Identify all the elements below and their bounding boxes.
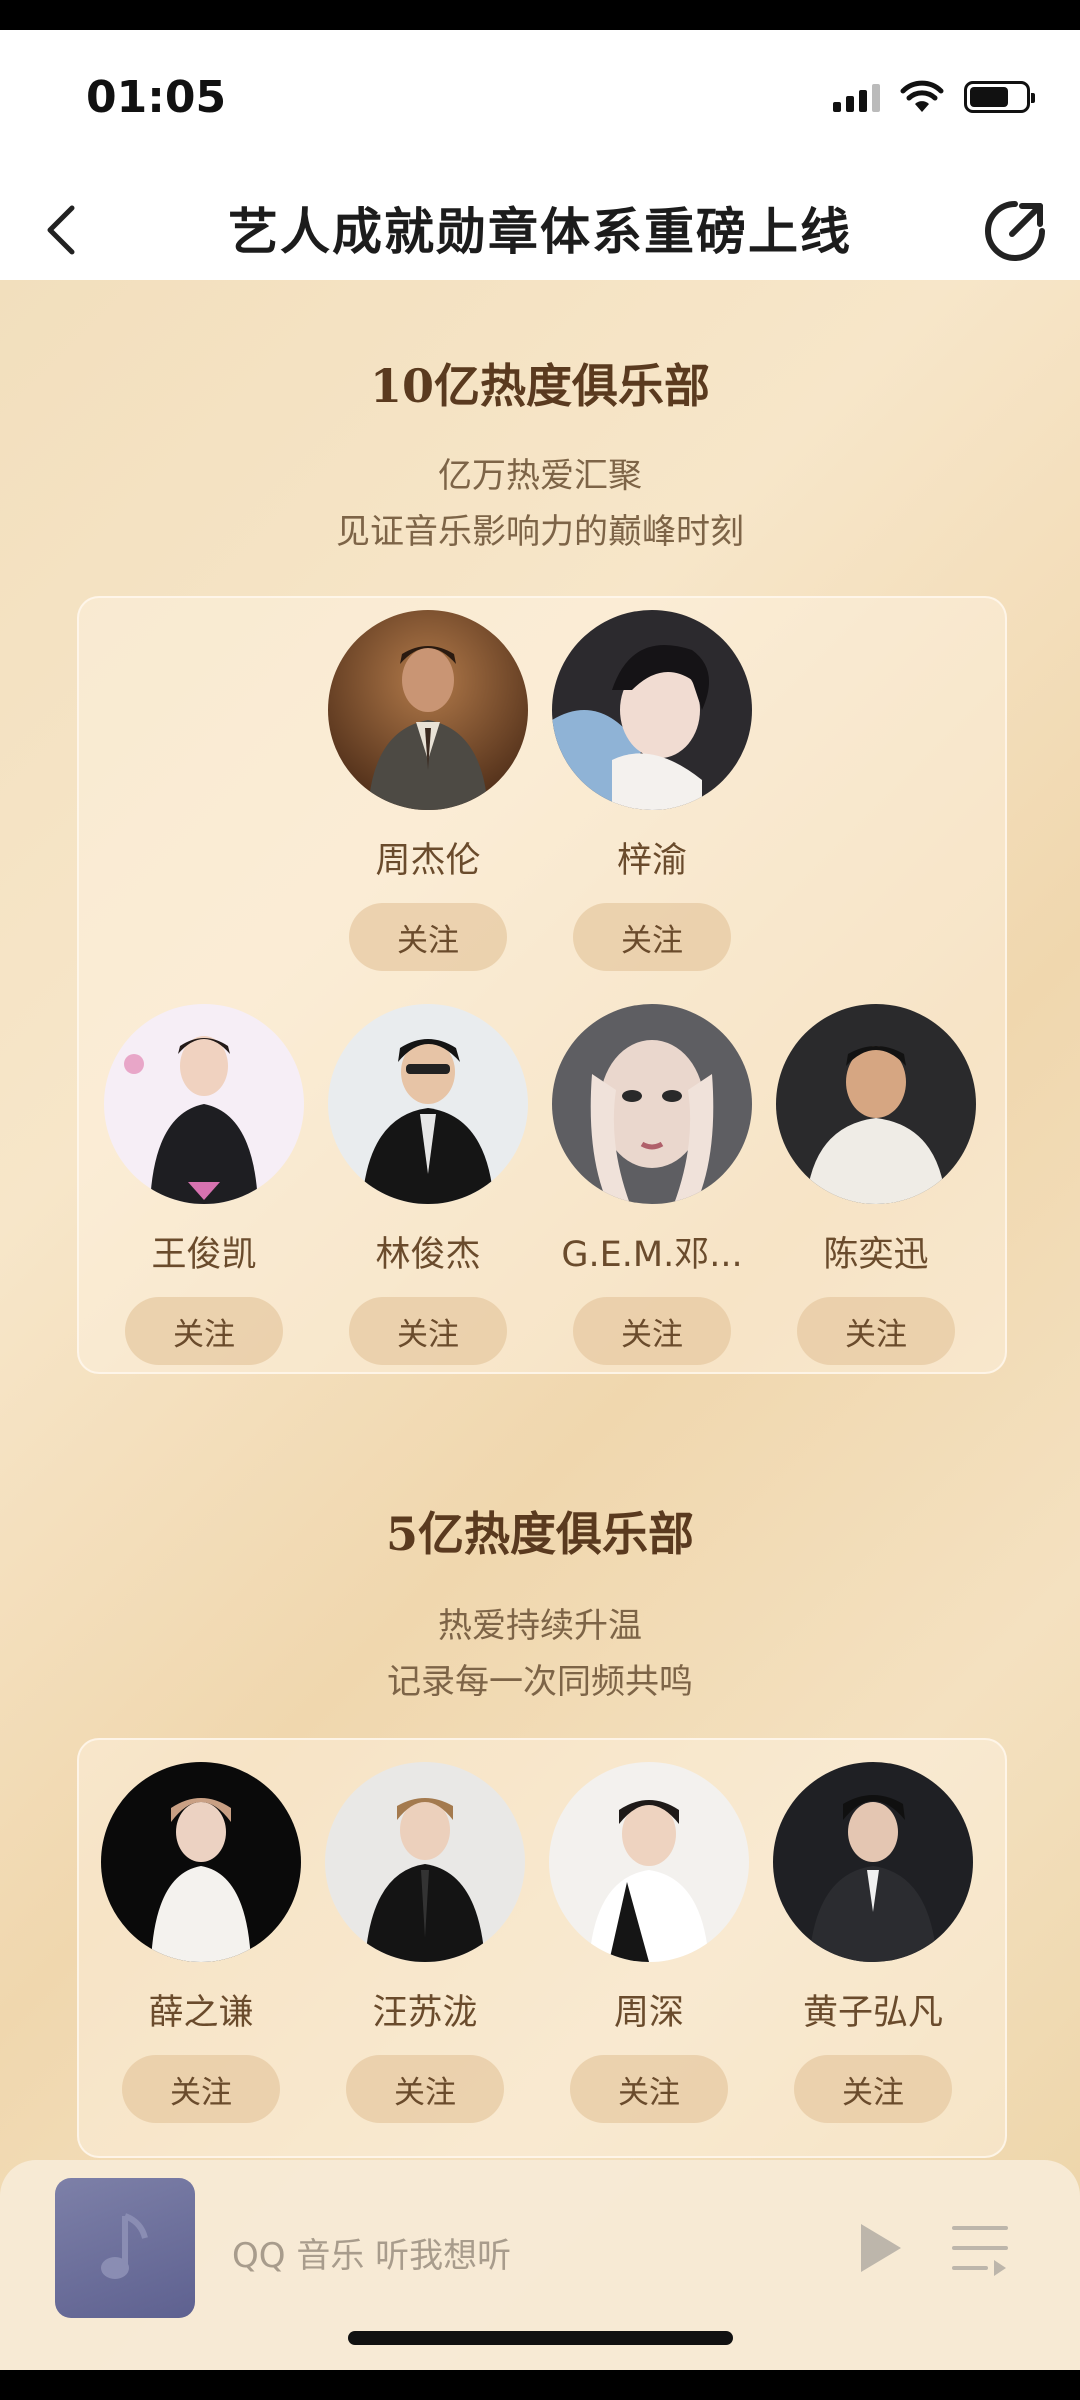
album-cover[interactable] (55, 2178, 195, 2318)
follow-button[interactable]: 关注 (349, 1297, 507, 1365)
artist-name: 周杰伦 (375, 841, 481, 881)
artist-name: 王俊凯 (151, 1235, 257, 1275)
follow-button[interactable]: 关注 (794, 2055, 952, 2123)
artist-name: 陈奕迅 (823, 1235, 929, 1275)
follow-button[interactable]: 关注 (346, 2055, 504, 2123)
artist-name: 黄子弘凡 (802, 1993, 943, 2033)
club-panel-10b: 周杰伦 关注 梓渝 关注 王俊凯 关注 林俊杰 关注 G.E.M.邓... 关注… (77, 596, 1007, 1374)
artist-name: 周深 (613, 1993, 684, 2033)
status-bar: 01:05 (0, 30, 1080, 170)
artist-name: 梓渝 (616, 841, 687, 881)
artist-card[interactable]: 黄子弘凡 关注 (773, 1762, 973, 2123)
artist-avatar[interactable] (773, 1762, 973, 1962)
follow-button[interactable]: 关注 (573, 903, 731, 971)
club-subtitle-line: 记录每一次同频共鸣 (387, 1662, 693, 1702)
battery-icon (964, 81, 1035, 113)
artist-avatar[interactable] (776, 1004, 976, 1204)
artist-avatar[interactable] (104, 1004, 304, 1204)
content-area: 10亿热度俱乐部 亿万热爱汇聚 见证音乐影响力的巅峰时刻 周杰伦 关注 梓渝 关… (0, 280, 1080, 2370)
artist-avatar[interactable] (549, 1762, 749, 1962)
nav-bar: 艺人成就勋章体系重磅上线 (0, 170, 1080, 280)
music-note-icon (101, 2213, 148, 2279)
screen: 01:05 艺人成就勋章体系重磅上线 10亿热度俱乐部 亿万热爱汇聚 见证音乐影… (0, 30, 1080, 2370)
follow-button[interactable]: 关注 (797, 1297, 955, 1365)
artist-avatar[interactable] (101, 1762, 301, 1962)
home-indicator (348, 2331, 733, 2345)
player-track-text: QQ 音乐 听我想听 (232, 2236, 512, 2276)
artist-card[interactable]: 周杰伦 关注 (328, 610, 528, 971)
artist-avatar[interactable] (552, 610, 752, 810)
artist-card[interactable]: 梓渝 关注 (552, 610, 752, 971)
follow-button[interactable]: 关注 (122, 2055, 280, 2123)
club-panel-5b: 薛之谦 关注 汪苏泷 关注 周深 关注 黄子弘凡 关注 (77, 1738, 1007, 2158)
artist-name: G.E.M.邓... (561, 1235, 743, 1275)
status-icons (833, 80, 1035, 114)
status-time: 01:05 (86, 72, 227, 123)
artist-name: 薛之谦 (148, 1993, 254, 2033)
play-icon[interactable] (855, 2220, 905, 2276)
club-subtitle-line: 热爱持续升温 (438, 1606, 642, 1646)
artist-card[interactable]: 薛之谦 关注 (101, 1762, 301, 2123)
follow-button[interactable]: 关注 (349, 903, 507, 971)
follow-button[interactable]: 关注 (570, 2055, 728, 2123)
follow-button[interactable]: 关注 (573, 1297, 731, 1365)
follow-button[interactable]: 关注 (125, 1297, 283, 1365)
artist-card[interactable]: 林俊杰 关注 (328, 1004, 528, 1365)
artist-avatar[interactable] (328, 1004, 528, 1204)
club-title: 5亿热度俱乐部 (385, 1507, 694, 1561)
artist-card[interactable]: 周深 关注 (549, 1762, 749, 2123)
page-title: 艺人成就勋章体系重磅上线 (228, 203, 852, 261)
artist-card[interactable]: 陈奕迅 关注 (776, 1004, 976, 1365)
artist-avatar[interactable] (552, 1004, 752, 1204)
artist-name: 汪苏泷 (372, 1993, 478, 2033)
club-subtitle-line: 见证音乐影响力的巅峰时刻 (336, 512, 744, 552)
artist-name: 林俊杰 (375, 1235, 481, 1275)
artist-card[interactable]: 王俊凯 关注 (104, 1004, 304, 1365)
cellular-signal-icon (833, 82, 880, 112)
wifi-icon (900, 80, 944, 112)
club-subtitle-line: 亿万热爱汇聚 (438, 456, 642, 496)
artist-avatar[interactable] (328, 610, 528, 810)
share-icon[interactable] (982, 198, 1048, 264)
artist-card[interactable]: G.E.M.邓... 关注 (552, 1004, 752, 1365)
club-title: 10亿热度俱乐部 (369, 359, 710, 413)
artist-card[interactable]: 汪苏泷 关注 (325, 1762, 525, 2123)
playlist-icon[interactable] (950, 2220, 1010, 2276)
artist-avatar[interactable] (325, 1762, 525, 1962)
